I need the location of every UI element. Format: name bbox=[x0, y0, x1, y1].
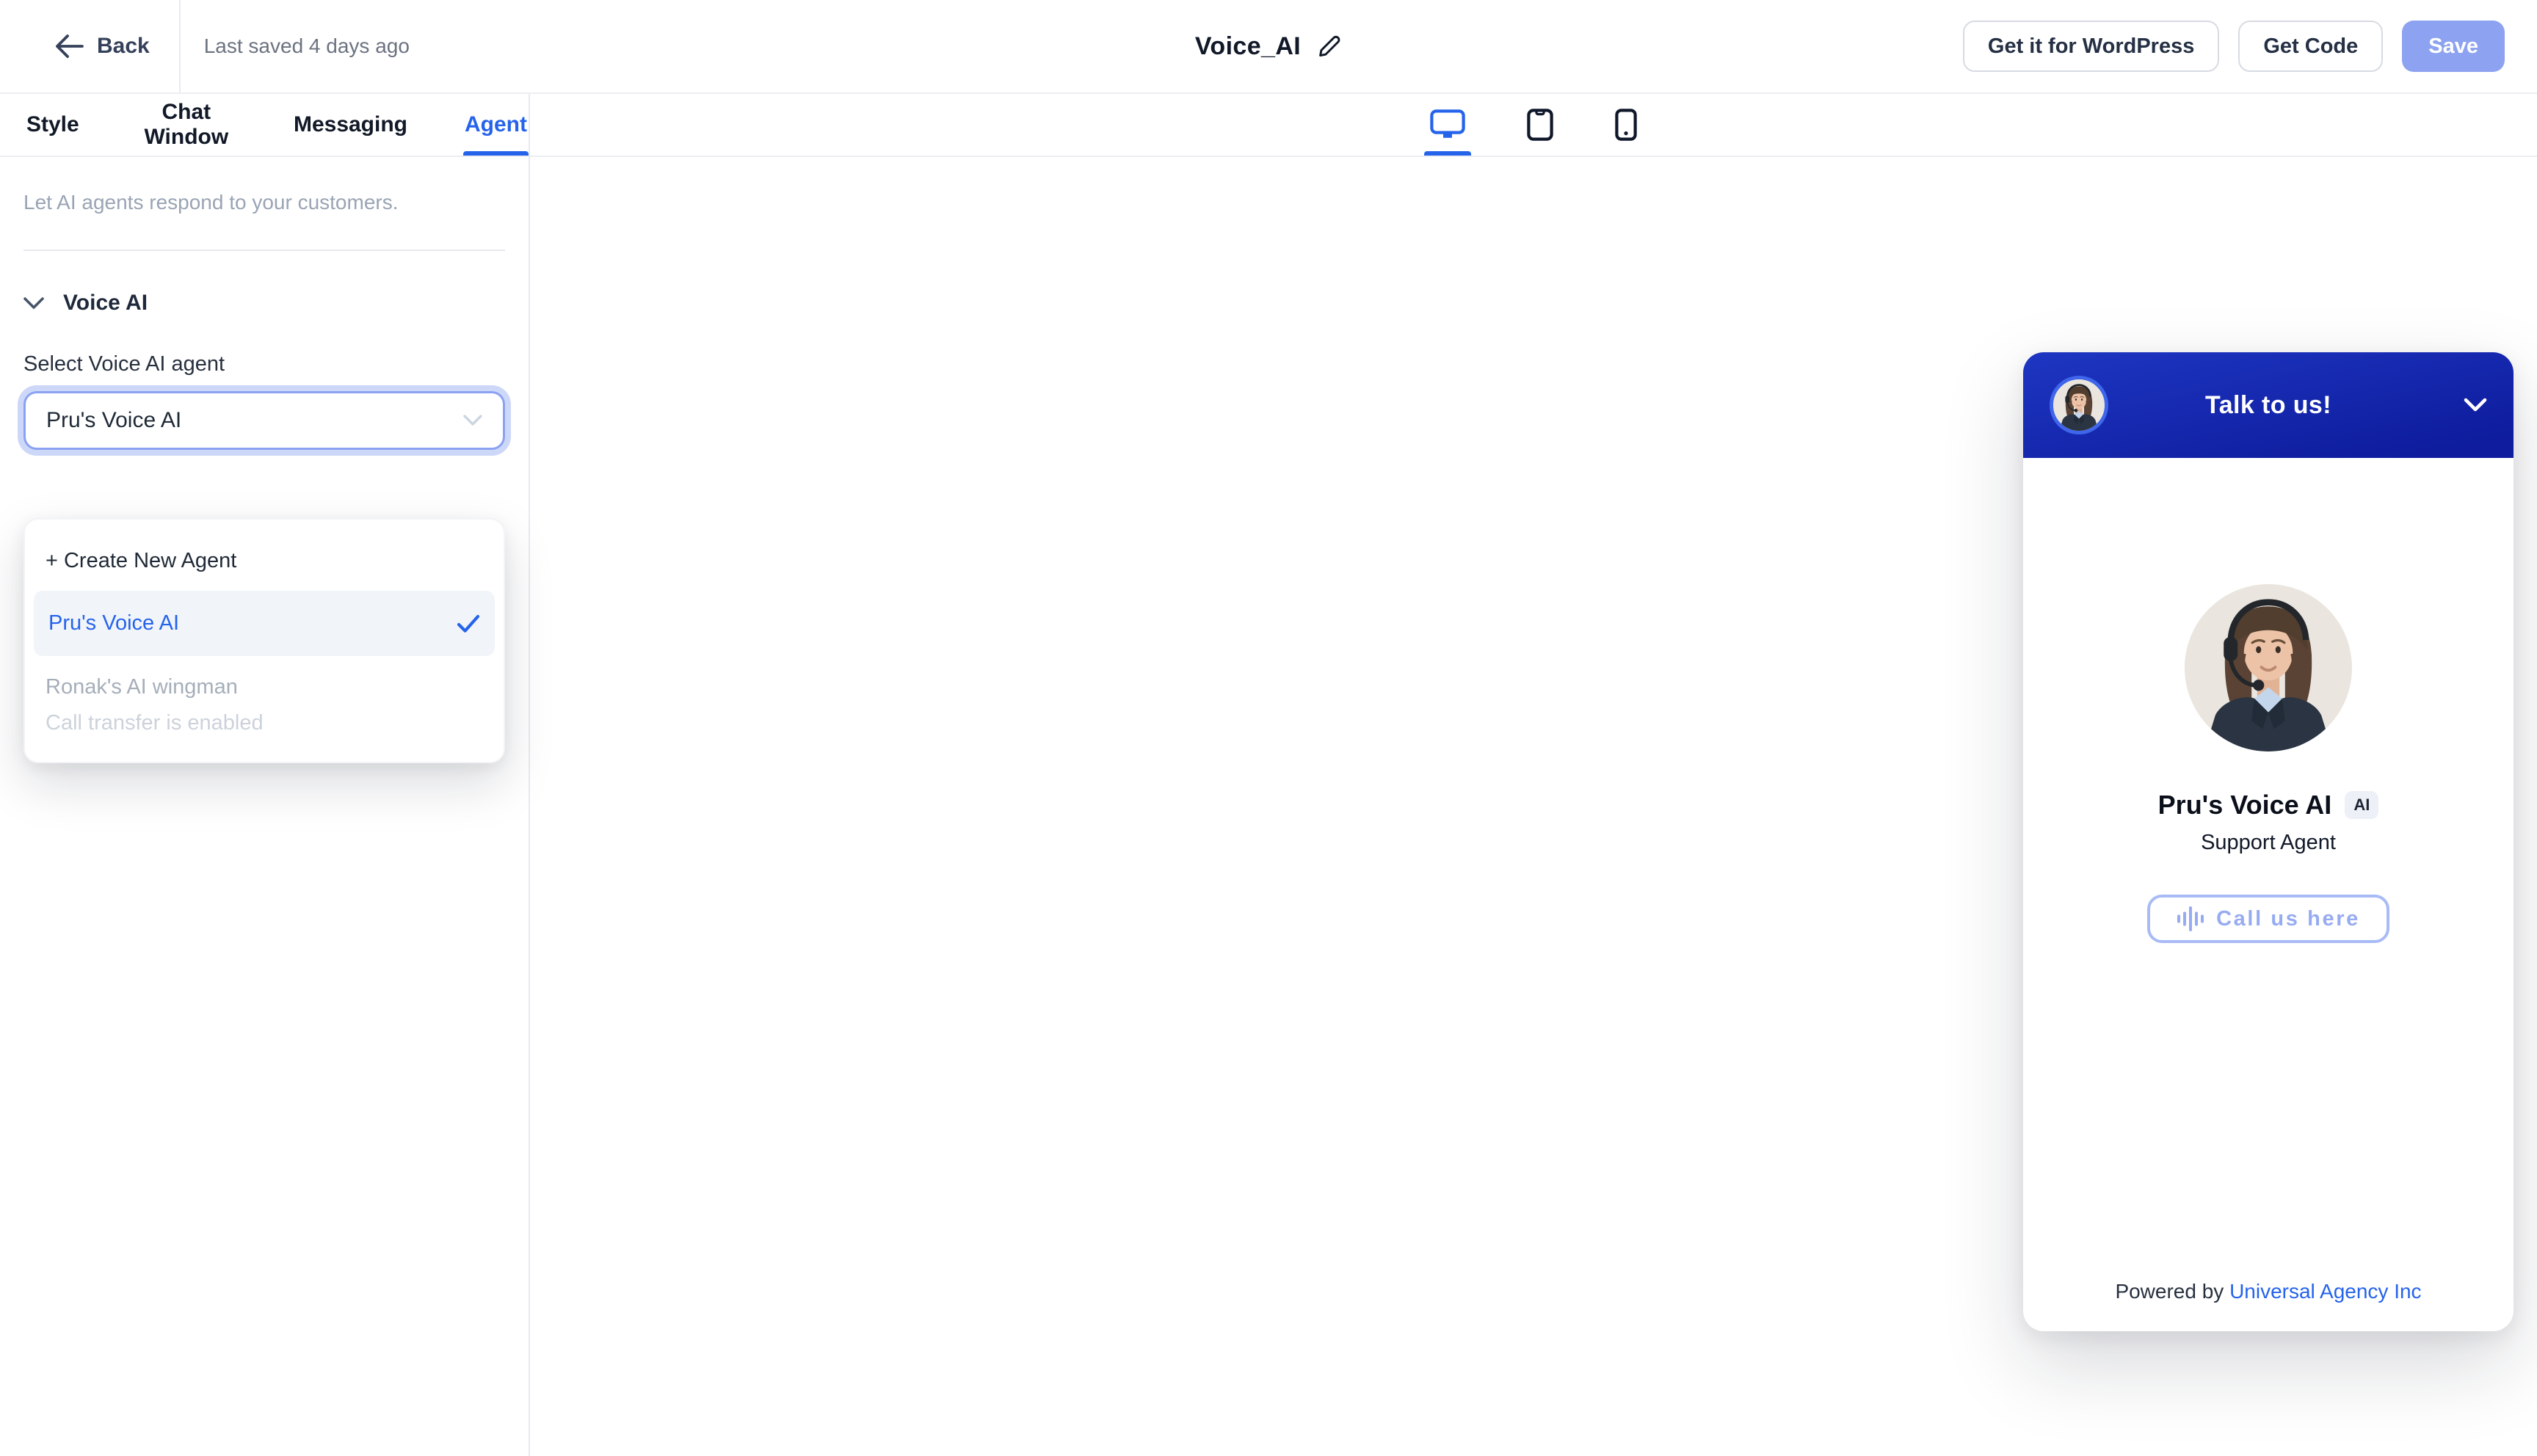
top-bar-center: Voice_AI bbox=[1195, 0, 1342, 92]
top-bar-left: Back Last saved 4 days ago bbox=[0, 0, 410, 92]
agent-name: Pru's Voice AI bbox=[2157, 790, 2332, 820]
call-us-label: Call us here bbox=[2216, 906, 2360, 931]
voice-agent-select-value: Pru's Voice AI bbox=[46, 408, 182, 432]
widget-header: Talk to us! bbox=[2023, 352, 2514, 458]
select-agent-label: Select Voice AI agent bbox=[23, 352, 225, 376]
back-arrow-icon bbox=[56, 34, 84, 58]
waveform-icon bbox=[2177, 906, 2204, 931]
tab-messaging[interactable]: Messaging bbox=[292, 94, 409, 156]
chevron-down-icon bbox=[2464, 398, 2487, 412]
device-desktop-button[interactable] bbox=[1424, 94, 1471, 156]
widget-body: Pru's Voice AI AI Support Agent Call us … bbox=[2023, 458, 2514, 1280]
create-new-agent-option[interactable]: + Create New Agent bbox=[34, 530, 495, 591]
settings-tabs: Style Chat Window Messaging Agent bbox=[0, 94, 529, 157]
page-title: Voice_AI bbox=[1194, 32, 1302, 60]
tab-chat-window[interactable]: Chat Window bbox=[135, 94, 238, 156]
ai-badge: AI bbox=[2345, 791, 2379, 819]
back-label: Back bbox=[97, 34, 150, 58]
agent-option-subtitle: Call transfer is enabled bbox=[46, 711, 264, 735]
top-bar: Back Last saved 4 days ago Voice_AI Get … bbox=[0, 0, 2537, 94]
widget-header-avatar bbox=[2050, 376, 2108, 434]
main-area: Style Chat Window Messaging Agent Let AI… bbox=[0, 94, 2537, 1456]
agent-option-name: Pru's Voice AI bbox=[48, 611, 180, 635]
agent-option-selected[interactable]: Pru's Voice AI bbox=[34, 591, 495, 656]
widget-footer: Powered by Universal Agency Inc bbox=[2023, 1280, 2514, 1331]
company-link[interactable]: Universal Agency Inc bbox=[2229, 1280, 2421, 1303]
back-button[interactable]: Back bbox=[0, 0, 150, 92]
powered-by-text: Powered by bbox=[2115, 1280, 2230, 1303]
desktop-icon bbox=[1430, 109, 1465, 138]
voice-agent-select[interactable]: Pru's Voice AI bbox=[23, 391, 505, 450]
device-tablet-button[interactable] bbox=[1524, 94, 1556, 156]
last-saved-text: Last saved 4 days ago bbox=[203, 34, 410, 57]
wordpress-button[interactable]: Get it for WordPress bbox=[1962, 21, 2220, 72]
tab-style[interactable]: Style bbox=[25, 94, 81, 156]
voice-ai-section-title: Voice AI bbox=[63, 291, 148, 315]
select-chevron-icon bbox=[463, 415, 482, 426]
agent-option-disabled: Ronak's AI wingman Call transfer is enab… bbox=[34, 656, 495, 741]
agent-option-name: Ronak's AI wingman bbox=[46, 675, 238, 699]
tab-agent[interactable]: Agent bbox=[463, 94, 529, 156]
tablet-icon bbox=[1527, 109, 1553, 141]
preview-pane: Talk to us! Pru's Voice AI AI Support Ag… bbox=[530, 94, 2537, 1456]
agent-avatar bbox=[2185, 584, 2352, 751]
get-code-button[interactable]: Get Code bbox=[2238, 21, 2384, 72]
topbar-divider bbox=[178, 0, 181, 92]
voice-ai-builder-app: Back Last saved 4 days ago Voice_AI Get … bbox=[0, 0, 2537, 1456]
call-us-button[interactable]: Call us here bbox=[2147, 895, 2389, 943]
agent-settings-panel: Let AI agents respond to your customers.… bbox=[0, 157, 529, 763]
chevron-down-icon bbox=[23, 297, 44, 309]
settings-sidebar: Style Chat Window Messaging Agent Let AI… bbox=[0, 94, 530, 1456]
top-bar-actions: Get it for WordPress Get Code Save bbox=[1962, 21, 2537, 72]
voice-agent-dropdown-menu: + Create New Agent Pru's Voice AI Ronak'… bbox=[23, 518, 505, 763]
agent-description: Let AI agents respond to your customers. bbox=[23, 191, 399, 214]
sidebar-divider bbox=[23, 250, 505, 251]
pencil-icon bbox=[1319, 35, 1340, 57]
mobile-icon bbox=[1615, 109, 1637, 141]
chat-widget-preview: Talk to us! Pru's Voice AI AI Support Ag… bbox=[2023, 352, 2514, 1331]
device-toggle-bar bbox=[530, 94, 2537, 157]
save-button[interactable]: Save bbox=[2402, 21, 2505, 72]
check-icon bbox=[457, 614, 480, 633]
voice-ai-section-header[interactable]: Voice AI bbox=[23, 291, 505, 316]
device-mobile-button[interactable] bbox=[1612, 94, 1640, 156]
widget-collapse-button[interactable] bbox=[2464, 398, 2487, 412]
agent-role: Support Agent bbox=[2201, 831, 2336, 854]
agent-name-row: Pru's Voice AI AI bbox=[2158, 790, 2379, 820]
edit-title-button[interactable] bbox=[1317, 34, 1342, 59]
